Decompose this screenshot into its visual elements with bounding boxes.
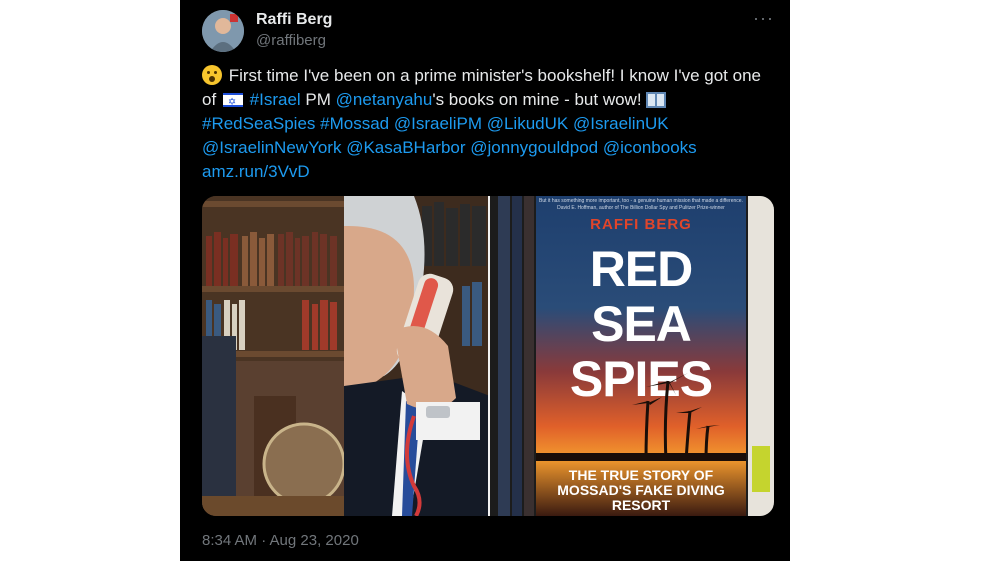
astonished-face-emoji xyxy=(202,65,222,85)
cover-title-line1: RED xyxy=(589,241,694,297)
mention-netanyahu[interactable]: @netanyahu xyxy=(336,90,433,109)
mention-israelinnewyork[interactable]: @IsraelinNewYork xyxy=(202,138,341,157)
avatar[interactable] xyxy=(202,10,244,52)
israel-flag-emoji xyxy=(222,91,243,115)
tweet-text: First time I've been on a prime minister… xyxy=(202,64,762,184)
photo-book-cover[interactable]: But it has something more important, too… xyxy=(490,196,774,516)
mention-iconbooks[interactable]: @iconbooks xyxy=(603,138,697,157)
open-book-emoji xyxy=(646,92,667,108)
cover-author: RAFFI BERG xyxy=(590,216,692,233)
hashtag-mossad[interactable]: #Mossad xyxy=(320,114,389,133)
tweet-text-part: 's books on mine - but wow! xyxy=(432,90,642,109)
cover-quote: But it has something more important, too… xyxy=(539,198,743,211)
hashtag-israel[interactable]: #Israel xyxy=(250,90,301,109)
author-handle[interactable]: @raffiberg xyxy=(256,32,326,49)
mention-likuduk[interactable]: @LikudUK xyxy=(487,114,569,133)
tweet-timestamp[interactable]: 8:34 AM · Aug 23, 2020 xyxy=(202,532,359,549)
mention-israelipm[interactable]: @IsraeliPM xyxy=(394,114,482,133)
mention-kasabharbor[interactable]: @KasaBHarbor xyxy=(346,138,465,157)
book-cover: But it has something more important, too… xyxy=(536,196,746,516)
tweet-media[interactable]: But it has something more important, too… xyxy=(202,196,774,516)
tweet-text-part: PM xyxy=(305,90,331,109)
cover-title-line2: SEA xyxy=(591,296,692,352)
tweet-link[interactable]: amz.run/3VvD xyxy=(202,162,310,181)
author-name[interactable]: Raffi Berg xyxy=(256,11,332,29)
cover-subtitle: THE TRUE STORY OF MOSSAD'S FAKE DIVING R… xyxy=(557,467,725,513)
palm-trees-illustration xyxy=(536,373,746,461)
mention-jonnygouldpod[interactable]: @jonnygouldpod xyxy=(470,138,598,157)
more-icon[interactable]: ··· xyxy=(753,8,774,29)
tweet-card: Raffi Berg @raffiberg ··· First time I'v… xyxy=(180,0,790,561)
mention-israelinuk[interactable]: @IsraelinUK xyxy=(573,114,669,133)
hashtag-redseaspies[interactable]: #RedSeaSpies xyxy=(202,114,315,133)
photo-netanyahu-phone[interactable] xyxy=(202,196,490,516)
